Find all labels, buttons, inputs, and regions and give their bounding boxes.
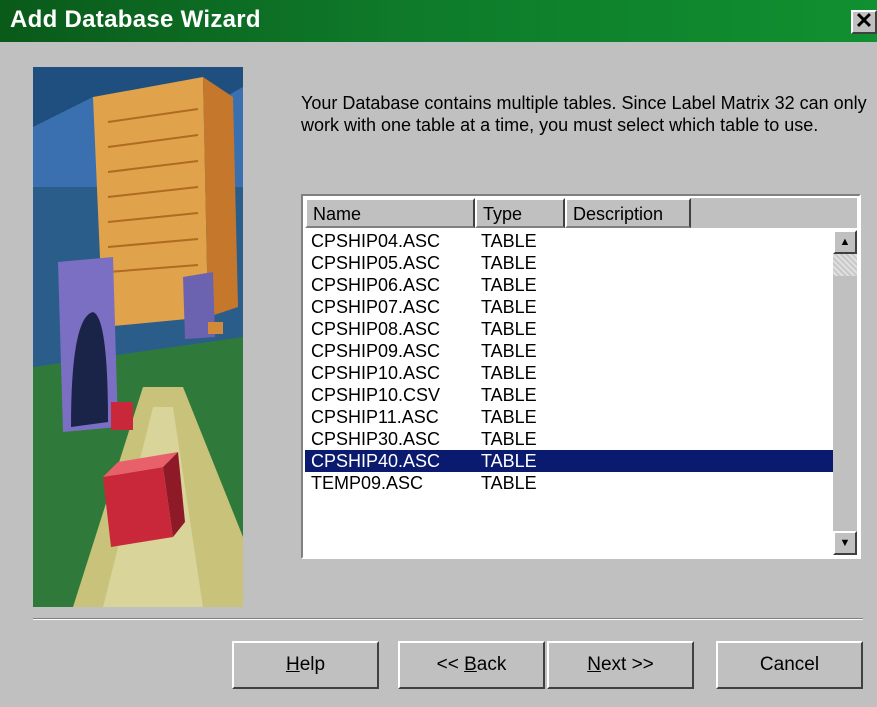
row-name: CPSHIP07.ASC [311,297,441,317]
table-row[interactable]: TEMP09.ASC TABLE [305,472,833,494]
row-type: TABLE [481,451,537,471]
table-row[interactable]: CPSHIP08.ASC TABLE [305,318,833,340]
table-row[interactable]: CPSHIP10.ASC TABLE [305,362,833,384]
table-row[interactable]: CPSHIP05.ASC TABLE [305,252,833,274]
scroll-up-icon[interactable]: ▲ [833,230,857,254]
table-list[interactable]: Name Type Description CPSHIP04.ASC TABLE C… [301,194,861,559]
row-name: CPSHIP05.ASC [311,253,441,273]
column-header-description[interactable]: Description [565,198,691,228]
row-type: TABLE [481,231,537,251]
title-bar[interactable]: Add Database Wizard ✕ [0,0,877,42]
row-type: TABLE [481,319,537,339]
help-button[interactable]: Help [232,641,379,689]
row-type: TABLE [481,275,537,295]
row-name: CPSHIP09.ASC [311,341,441,361]
separator [33,618,863,620]
row-type: TABLE [481,297,537,317]
cancel-button[interactable]: Cancel [716,641,863,689]
list-header: Name Type Description [305,198,857,228]
table-row[interactable]: CPSHIP11.ASC TABLE [305,406,833,428]
intro-text: Your Database contains multiple tables. … [301,93,867,135]
wizard-illustration [33,67,243,607]
table-row[interactable]: CPSHIP06.ASC TABLE [305,274,833,296]
row-name: CPSHIP11.ASC [311,407,439,427]
table-row[interactable]: CPSHIP40.ASC TABLE [305,450,833,472]
window-title: Add Database Wizard [10,6,261,33]
table-row[interactable]: CPSHIP10.CSV TABLE [305,384,833,406]
row-name: CPSHIP40.ASC [311,451,441,471]
next-button[interactable]: Next >> [547,641,694,689]
row-type: TABLE [481,473,537,493]
table-row[interactable]: CPSHIP09.ASC TABLE [305,340,833,362]
column-header-name[interactable]: Name [305,198,475,228]
row-type: TABLE [481,407,537,427]
close-icon[interactable]: ✕ [851,10,877,34]
row-type: TABLE [481,429,537,449]
back-button[interactable]: << Back [398,641,545,689]
row-type: TABLE [481,385,537,405]
column-header-type[interactable]: Type [475,198,565,228]
row-type: TABLE [481,363,537,383]
table-row[interactable]: CPSHIP04.ASC TABLE [305,230,833,252]
scroll-track[interactable] [833,276,857,531]
row-name: CPSHIP04.ASC [311,231,441,251]
scroll-down-icon[interactable]: ▼ [833,531,857,555]
row-name: CPSHIP08.ASC [311,319,441,339]
table-row[interactable]: CPSHIP07.ASC TABLE [305,296,833,318]
table-rows: CPSHIP04.ASC TABLE CPSHIP05.ASC TABLE CPSHIP… [305,230,833,494]
vertical-scrollbar[interactable]: ▲ ▼ [833,230,857,555]
row-type: TABLE [481,253,537,273]
table-row[interactable]: CPSHIP30.ASC TABLE [305,428,833,450]
row-name: CPSHIP06.ASC [311,275,441,295]
row-name: CPSHIP10.ASC [311,363,441,383]
row-name: CPSHIP10.CSV [311,385,441,405]
row-name: CPSHIP30.ASC [311,429,441,449]
scroll-thumb[interactable] [833,254,857,276]
row-name: TEMP09.ASC [311,473,424,493]
row-type: TABLE [481,341,537,361]
